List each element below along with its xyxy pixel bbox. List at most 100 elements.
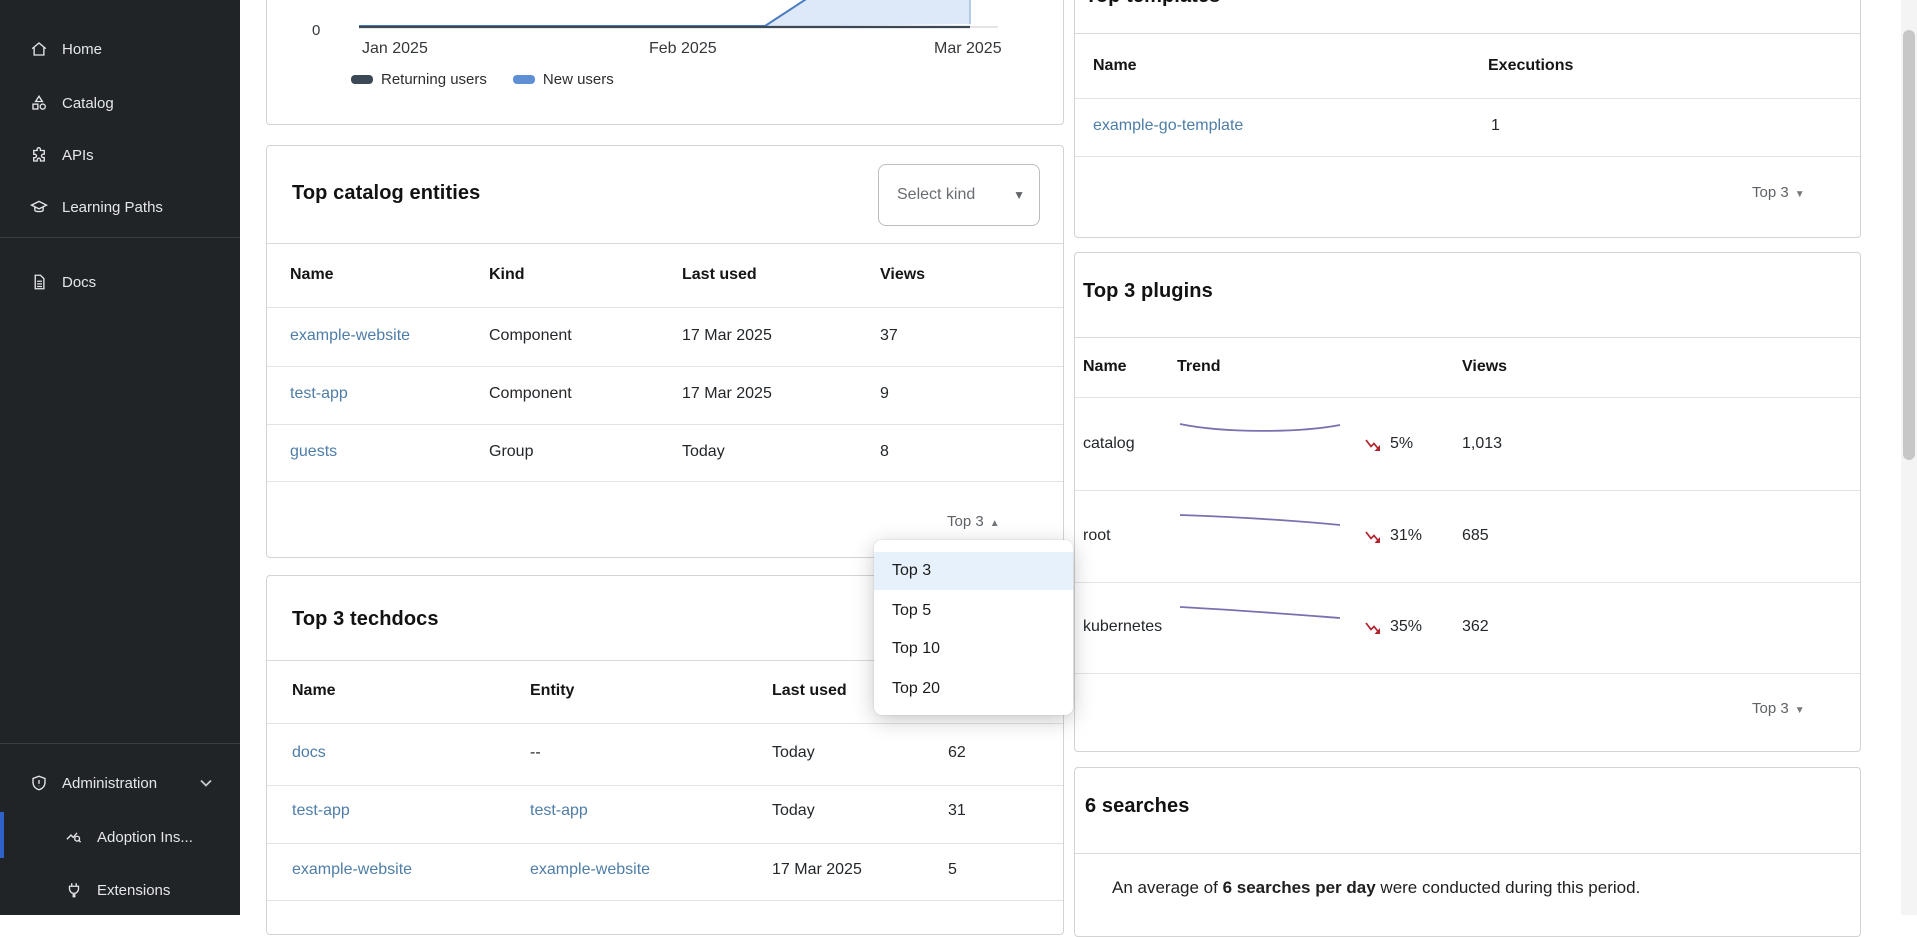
menu-item-label: Top 3 bbox=[892, 562, 931, 580]
catalog-card-title: Top catalog entities bbox=[292, 182, 480, 205]
legend-swatch-returning-users bbox=[351, 75, 373, 84]
entity-link[interactable]: test-app bbox=[530, 802, 588, 820]
entity-link[interactable]: example-website bbox=[290, 327, 410, 345]
select-kind-dropdown[interactable]: Select kind ▼ bbox=[878, 164, 1040, 226]
sidebar-item-home[interactable]: Home bbox=[0, 31, 240, 67]
cell-views: 5 bbox=[948, 861, 957, 879]
caret-down-icon: ▼ bbox=[1795, 189, 1805, 200]
divider bbox=[267, 366, 1063, 367]
cell-last-used: 17 Mar 2025 bbox=[772, 861, 862, 879]
catalog-icon bbox=[30, 94, 48, 112]
entity-link[interactable]: example-website bbox=[530, 861, 650, 879]
divider bbox=[267, 481, 1063, 482]
col-header-last-used: Last used bbox=[772, 682, 847, 700]
legend-label-returning-users: Returning users bbox=[381, 71, 487, 88]
topn-select-value: Top 3 bbox=[1752, 700, 1789, 717]
divider bbox=[267, 307, 1063, 308]
summary-prefix: An average of bbox=[1112, 878, 1223, 897]
cell-last-used: 17 Mar 2025 bbox=[682, 385, 772, 403]
administration-shield-icon bbox=[30, 774, 48, 792]
extensions-plug-icon bbox=[65, 881, 83, 899]
col-header-trend: Trend bbox=[1177, 358, 1221, 376]
cell-last-used: Today bbox=[682, 443, 725, 461]
col-header-entity: Entity bbox=[530, 682, 574, 700]
x-axis-label-feb: Feb 2025 bbox=[649, 40, 717, 58]
users-area-chart bbox=[300, 0, 1040, 125]
trending-down-icon bbox=[1365, 438, 1382, 453]
sidebar: Home Catalog APIs Learning Paths Docs Ad… bbox=[0, 0, 240, 915]
sidebar-item-label: Catalog bbox=[62, 95, 114, 112]
topn-dropdown-menu: Top 3 Top 5 Top 10 Top 20 bbox=[874, 540, 1073, 715]
divider bbox=[1075, 156, 1860, 157]
menu-item-top-20[interactable]: Top 20 bbox=[874, 670, 1073, 708]
sidebar-item-label: Administration bbox=[62, 775, 157, 792]
menu-item-label: Top 5 bbox=[892, 602, 931, 620]
divider bbox=[267, 424, 1063, 425]
chevron-down-icon bbox=[200, 779, 212, 787]
x-axis-label-jan: Jan 2025 bbox=[362, 40, 428, 58]
sidebar-item-label: Learning Paths bbox=[62, 199, 163, 216]
summary-bold: 6 searches per day bbox=[1223, 878, 1376, 897]
trend-sparkline bbox=[1178, 601, 1343, 623]
menu-item-top-5[interactable]: Top 5 bbox=[874, 592, 1073, 630]
sidebar-item-label: Adoption Ins... bbox=[97, 829, 193, 846]
cell-views: 62 bbox=[948, 744, 966, 762]
cell-views: 685 bbox=[1462, 527, 1489, 545]
summary-suffix: were conducted during this period. bbox=[1376, 878, 1641, 897]
y-axis-zero-label: 0 bbox=[312, 22, 320, 39]
scrollbar-thumb[interactable] bbox=[1903, 30, 1915, 460]
sidebar-item-apis[interactable]: APIs bbox=[0, 137, 240, 173]
sidebar-item-administration[interactable]: Administration bbox=[0, 765, 240, 801]
sidebar-item-extensions[interactable]: Extensions bbox=[0, 872, 240, 908]
sidebar-item-adoption-insights[interactable]: Adoption Ins... bbox=[0, 819, 240, 855]
entity-link[interactable]: guests bbox=[290, 443, 337, 461]
divider bbox=[1075, 853, 1860, 854]
menu-item-top-10[interactable]: Top 10 bbox=[874, 630, 1073, 668]
catalog-topn-select[interactable]: Top 3▲ bbox=[947, 513, 1000, 530]
techdoc-link[interactable]: docs bbox=[292, 744, 326, 762]
divider bbox=[1075, 33, 1860, 34]
menu-item-label: Top 20 bbox=[892, 680, 940, 698]
techdoc-link[interactable]: example-website bbox=[292, 861, 412, 879]
template-link[interactable]: example-go-template bbox=[1093, 117, 1243, 135]
plugin-name: catalog bbox=[1083, 435, 1135, 453]
templates-card-title: Top templates bbox=[1085, 0, 1220, 8]
techdocs-card-title: Top 3 techdocs bbox=[292, 608, 439, 631]
menu-item-top-3[interactable]: Top 3 bbox=[874, 552, 1073, 590]
cell-last-used: 17 Mar 2025 bbox=[682, 327, 772, 345]
home-icon bbox=[30, 40, 48, 58]
sidebar-item-learning-paths[interactable]: Learning Paths bbox=[0, 189, 240, 225]
cell-views: 9 bbox=[880, 385, 889, 403]
caret-down-icon: ▼ bbox=[1795, 705, 1805, 716]
divider bbox=[1075, 98, 1860, 99]
select-kind-label: Select kind bbox=[897, 186, 975, 204]
divider bbox=[267, 723, 1063, 724]
x-axis-label-mar: Mar 2025 bbox=[934, 40, 1002, 58]
techdoc-link[interactable]: test-app bbox=[292, 802, 350, 820]
divider bbox=[1075, 337, 1860, 338]
sidebar-item-label: Docs bbox=[62, 274, 96, 291]
chart-legend: Returning users New users bbox=[351, 71, 614, 88]
templates-topn-select[interactable]: Top 3▼ bbox=[1752, 184, 1805, 201]
divider bbox=[1075, 397, 1860, 398]
trend-percent: 5% bbox=[1390, 435, 1413, 453]
sidebar-divider bbox=[0, 743, 240, 744]
entity-link[interactable]: test-app bbox=[290, 385, 348, 403]
cell-executions: 1 bbox=[1491, 117, 1500, 135]
menu-item-label: Top 10 bbox=[892, 640, 940, 658]
legend-label-new-users: New users bbox=[543, 71, 614, 88]
docs-icon bbox=[30, 273, 48, 291]
trending-down-icon bbox=[1365, 530, 1382, 545]
sidebar-item-docs[interactable]: Docs bbox=[0, 264, 240, 300]
plugins-topn-select[interactable]: Top 3 ▼ bbox=[1752, 700, 1805, 717]
sidebar-item-catalog[interactable]: Catalog bbox=[0, 85, 240, 121]
col-header-name: Name bbox=[292, 682, 336, 700]
cell-kind: Group bbox=[489, 443, 533, 461]
divider bbox=[267, 843, 1063, 844]
cell-views: 362 bbox=[1462, 618, 1489, 636]
col-header-name: Name bbox=[1093, 57, 1137, 75]
divider bbox=[1075, 582, 1860, 583]
divider bbox=[1075, 673, 1860, 674]
searches-card bbox=[1074, 767, 1861, 937]
col-header-kind: Kind bbox=[489, 266, 525, 284]
